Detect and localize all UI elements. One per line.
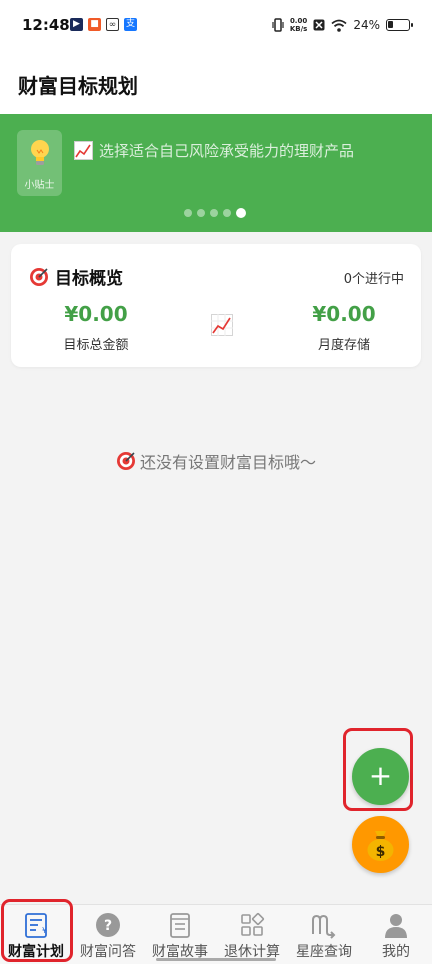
page-title: 财富目标规划 — [18, 74, 138, 98]
nav-item-wealth-qa[interactable]: ? 财富问答 — [72, 905, 144, 964]
money-bag-button[interactable]: $ — [352, 816, 409, 873]
nav-item-wealth-story[interactable]: 财富故事 — [144, 905, 216, 964]
nav-item-horoscope[interactable]: 星座查询 — [288, 905, 360, 964]
tip-label: 小贴士 — [24, 180, 55, 191]
monthly-saving-block: ¥0.00 月度存储 — [289, 302, 399, 353]
total-amount-value: ¥0.00 — [64, 302, 128, 326]
svg-text:$: $ — [376, 844, 386, 860]
status-indicators: 0.00 KB/s 24% — [272, 17, 413, 33]
video-app-notification-icon: ▶ — [70, 18, 83, 31]
monthly-saving-label: 月度存储 — [317, 338, 370, 353]
nav-label: 财富问答 — [80, 944, 136, 960]
carousel-dots[interactable] — [184, 208, 246, 218]
network-speed: 0.00 KB/s — [290, 17, 307, 33]
carousel-dot[interactable] — [184, 209, 192, 217]
nav-label: 我的 — [382, 944, 410, 960]
carousel-dot[interactable] — [197, 209, 205, 217]
status-time: 12:48 — [22, 16, 70, 34]
book-icon — [170, 913, 190, 938]
carousel-dot[interactable] — [236, 208, 246, 218]
total-amount-block: ¥0.00 目标总金额 — [41, 302, 151, 353]
link-app-notification-icon: ∞ — [106, 18, 119, 31]
nav-label: 星座查询 — [296, 944, 352, 960]
alipay-notification-icon: 支 — [124, 18, 137, 31]
battery-level-fill — [388, 21, 393, 28]
goal-count: 0个进行中 — [343, 272, 404, 287]
empty-state-text: 还没有设置财富目标哦～ — [139, 453, 316, 472]
svg-text:?: ? — [104, 918, 112, 934]
trend-chart-icon — [211, 314, 233, 336]
grid-apps-icon — [241, 912, 265, 936]
tip-badge: 小贴士 — [17, 130, 62, 196]
lightbulb-icon — [31, 140, 49, 165]
trend-chart-icon — [74, 141, 93, 160]
total-amount-label: 目标总金额 — [63, 338, 129, 353]
vibrate-icon — [272, 18, 284, 32]
scorpio-icon — [312, 914, 336, 939]
carousel-dot[interactable] — [223, 209, 231, 217]
question-icon: ? — [96, 913, 120, 937]
nav-item-mine[interactable]: 我的 — [360, 905, 432, 964]
overview-title: 目标概览 — [29, 264, 123, 289]
empty-state: 还没有设置财富目标哦～ — [0, 449, 432, 473]
plus-icon: + — [368, 759, 393, 792]
add-goal-button[interactable]: + — [352, 748, 409, 805]
news-app-notification-icon: ■ — [88, 18, 101, 31]
target-icon — [30, 267, 48, 286]
wifi-icon — [331, 19, 347, 32]
network-speed-unit: KB/s — [289, 25, 308, 33]
user-icon — [385, 914, 407, 938]
nav-item-highlight — [1, 899, 73, 962]
target-icon — [116, 452, 135, 470]
nav-item-retirement-calc[interactable]: 退休计算 — [216, 905, 288, 964]
app-header: 财富目标规划 — [0, 52, 432, 114]
tips-banner[interactable]: 小贴士 选择适合自己风险承受能力的理财产品 — [0, 114, 432, 232]
goal-overview-card: 目标概览 0个进行中 ¥0.00 目标总金额 ¥0.00 月度存储 — [11, 244, 421, 367]
carousel-dot[interactable] — [210, 209, 218, 217]
battery-icon — [386, 19, 413, 31]
monthly-saving-value: ¥0.00 — [312, 302, 376, 326]
network-speed-value: 0.00 — [289, 17, 308, 25]
home-indicator[interactable] — [156, 958, 276, 961]
notification-icons: ▶ ■ ∞ 支 — [70, 18, 137, 31]
battery-percent: 24% — [353, 18, 380, 32]
money-bag-icon: $ — [367, 831, 394, 861]
sim-off-icon — [313, 19, 325, 31]
overview-title-text: 目标概览 — [55, 269, 123, 289]
tip-message: 选择适合自己风险承受能力的理财产品 — [74, 140, 354, 161]
tip-text: 选择适合自己风险承受能力的理财产品 — [99, 142, 355, 160]
status-bar: 12:48 ▶ ■ ∞ 支 0.00 KB/s 24% — [0, 0, 432, 52]
